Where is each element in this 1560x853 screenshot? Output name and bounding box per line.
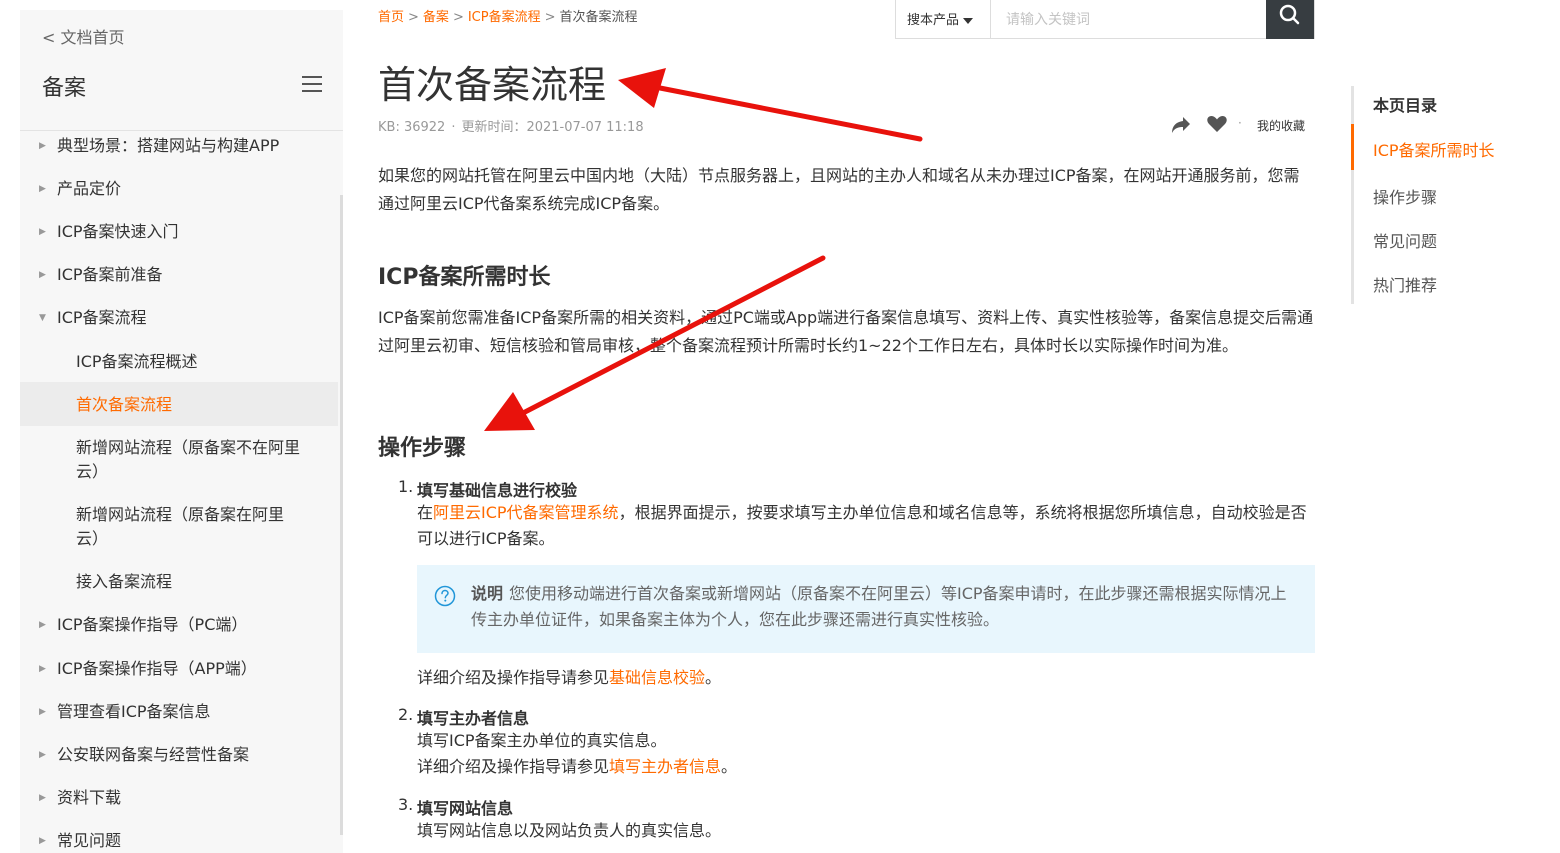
caret-right-icon: ▶ <box>39 620 46 630</box>
updated-time: 更新时间：2021-07-07 11:18 <box>461 120 644 135</box>
breadcrumb-home-link[interactable]: 首页 <box>378 10 404 25</box>
sidebar-item-label: ICP备案前准备 <box>57 265 163 284</box>
step-title: 填写基础信息进行校验 <box>417 481 578 500</box>
heart-icon[interactable] <box>1206 114 1228 137</box>
caret-right-icon: ▶ <box>39 141 46 151</box>
caret-right-icon: ▶ <box>39 793 46 803</box>
sidebar-divider <box>20 130 343 131</box>
search-input[interactable] <box>992 0 1268 38</box>
search-bar: 搜本产品 <box>895 0 1315 39</box>
step-detail: 详细介绍及操作指导请参见基础信息校验。 <box>417 665 1315 691</box>
search-scope-select[interactable]: 搜本产品 <box>896 0 991 38</box>
basic-info-check-link[interactable]: 基础信息校验 <box>609 668 705 687</box>
sidebar-item-label: 资料下载 <box>57 788 122 807</box>
caret-down-icon: ▼ <box>39 313 46 323</box>
sidebar-item-label: ICP备案流程 <box>57 308 147 327</box>
step-number: 3. <box>398 795 414 814</box>
toc-active-indicator <box>1351 124 1354 170</box>
sidebar-item-label: ICP备案操作指导（PC端） <box>57 615 248 634</box>
sidebar-title: 备案 <box>42 76 87 101</box>
caret-right-icon: ▶ <box>39 227 46 237</box>
toc-item-faq[interactable]: 常见问题 <box>1373 228 1437 252</box>
note-box: 说明 您使用移动端进行首次备案或新增网站（原备案不在阿里云）等ICP备案申请时，在… <box>417 565 1315 653</box>
caret-right-icon: ▶ <box>39 836 46 846</box>
breadcrumb: 首页 > 备案 > ICP备案流程 > 首次备案流程 <box>378 10 638 25</box>
note-text: 说明 您使用移动端进行首次备案或新增网站（原备案不在阿里云）等ICP备案申请时，在… <box>471 581 1301 633</box>
caret-right-icon: ▶ <box>39 184 46 194</box>
arrow-to-title <box>618 68 923 142</box>
step-title: 填写网站信息 <box>417 799 514 818</box>
sidebar-subitem-overview[interactable]: ICP备案流程概述 <box>76 350 306 374</box>
step-body: 在阿里云ICP代备案管理系统，根据界面提示，按要求填写主办单位信息和域名信息等，… <box>417 500 1315 552</box>
breadcrumb-current: 首次备案流程 <box>559 10 638 25</box>
caret-right-icon: ▶ <box>39 707 46 717</box>
step-body: 填写ICP备案主办单位的真实信息。 <box>417 731 667 750</box>
sidebar-item-label: 管理查看ICP备案信息 <box>57 702 211 721</box>
step-body: 填写网站信息以及网站负责人的真实信息。 <box>417 821 722 840</box>
sidebar-subitem-access-filing[interactable]: 接入备案流程 <box>76 570 306 594</box>
section-duration-heading: ICP备案所需时长 <box>378 265 551 290</box>
caret-right-icon: ▶ <box>39 750 46 760</box>
intro-paragraph: 如果您的网站托管在阿里云中国内地（大陆）节点服务器上，且网站的主办人和域名从未办… <box>378 166 1300 213</box>
breadcrumb-filing-link[interactable]: 备案 <box>423 10 449 25</box>
section-steps-heading: 操作步骤 <box>378 436 467 461</box>
article-meta: KB: 36922 · 更新时间：2021-07-07 11:18 <box>378 120 644 135</box>
toc-title: 本页目录 <box>1373 96 1438 115</box>
search-icon <box>1279 4 1300 25</box>
toc-item-recommended[interactable]: 热门推荐 <box>1373 272 1437 296</box>
share-icon[interactable] <box>1170 114 1192 137</box>
sidebar-scrollbar[interactable] <box>340 195 343 835</box>
toc-item-steps[interactable]: 操作步骤 <box>1373 184 1437 208</box>
sidebar-item-label: 公安联网备案与经营性备案 <box>57 745 250 764</box>
sidebar-subitem-new-site-aliyun[interactable]: 新增网站流程（原备案在阿里云） <box>76 503 306 551</box>
toc-track <box>1351 86 1354 304</box>
step-text: 。 <box>721 757 738 776</box>
sidebar-subitem-first-filing[interactable]: 首次备案流程 <box>76 393 306 417</box>
breadcrumb-icp-process-link[interactable]: ICP备案流程 <box>468 10 541 25</box>
page-title: 首次备案流程 <box>378 63 607 107</box>
sidebar-item-label: 典型场景：搭建网站与构建APP <box>57 136 280 155</box>
toc-item-duration[interactable]: ICP备案所需时长 <box>1373 137 1495 161</box>
caret-right-icon: ▶ <box>39 270 46 280</box>
step-text: 。 <box>705 668 722 687</box>
kb-number: KB: 36922 <box>378 120 446 135</box>
separator-dot: · <box>1238 116 1242 130</box>
step-text: 详细介绍及操作指导请参见 <box>417 668 610 687</box>
step-title: 填写主办者信息 <box>417 709 530 728</box>
sponsor-info-link[interactable]: 填写主办者信息 <box>609 757 721 776</box>
icp-management-system-link[interactable]: 阿里云ICP代备案管理系统 <box>433 503 619 522</box>
sidebar-item-label: ICP备案快速入门 <box>57 222 179 241</box>
sidebar-item-label: 常见问题 <box>57 831 122 850</box>
sidebar-item-label: 产品定价 <box>57 179 122 198</box>
search-button[interactable] <box>1266 0 1314 39</box>
question-circle-icon <box>434 585 456 607</box>
caret-down-icon <box>963 17 974 24</box>
note-body: 您使用移动端进行首次备案或新增网站（原备案不在阿里云）等ICP备案申请时，在此步… <box>471 584 1287 629</box>
step-number: 2. <box>398 705 414 724</box>
step-detail: 详细介绍及操作指导请参见填写主办者信息。 <box>417 754 1315 780</box>
step-number: 1. <box>398 477 414 496</box>
menu-icon[interactable] <box>302 76 322 94</box>
section-duration-body: ICP备案前您需准备ICP备案所需的相关资料，通过PC端或App端进行备案信息填… <box>378 308 1314 355</box>
sidebar: < 文档首页 备案 ▶ 典型场景：搭建网站与构建APP ▶ 产品定价 ▶ ICP… <box>20 10 343 853</box>
sidebar-item-label: ICP备案操作指导（APP端） <box>57 659 257 678</box>
caret-right-icon: ▶ <box>39 664 46 674</box>
search-scope-label: 搜本产品 <box>907 13 960 28</box>
sidebar-subitem-new-site-outside[interactable]: 新增网站流程（原备案不在阿里云） <box>76 436 306 484</box>
note-label: 说明 <box>471 584 504 603</box>
my-favorites-link[interactable]: 我的收藏 <box>1257 117 1305 134</box>
step-text: 详细介绍及操作指导请参见 <box>417 757 610 776</box>
step-text: 在 <box>417 503 434 522</box>
back-to-docs-home-link[interactable]: < 文档首页 <box>42 24 125 48</box>
